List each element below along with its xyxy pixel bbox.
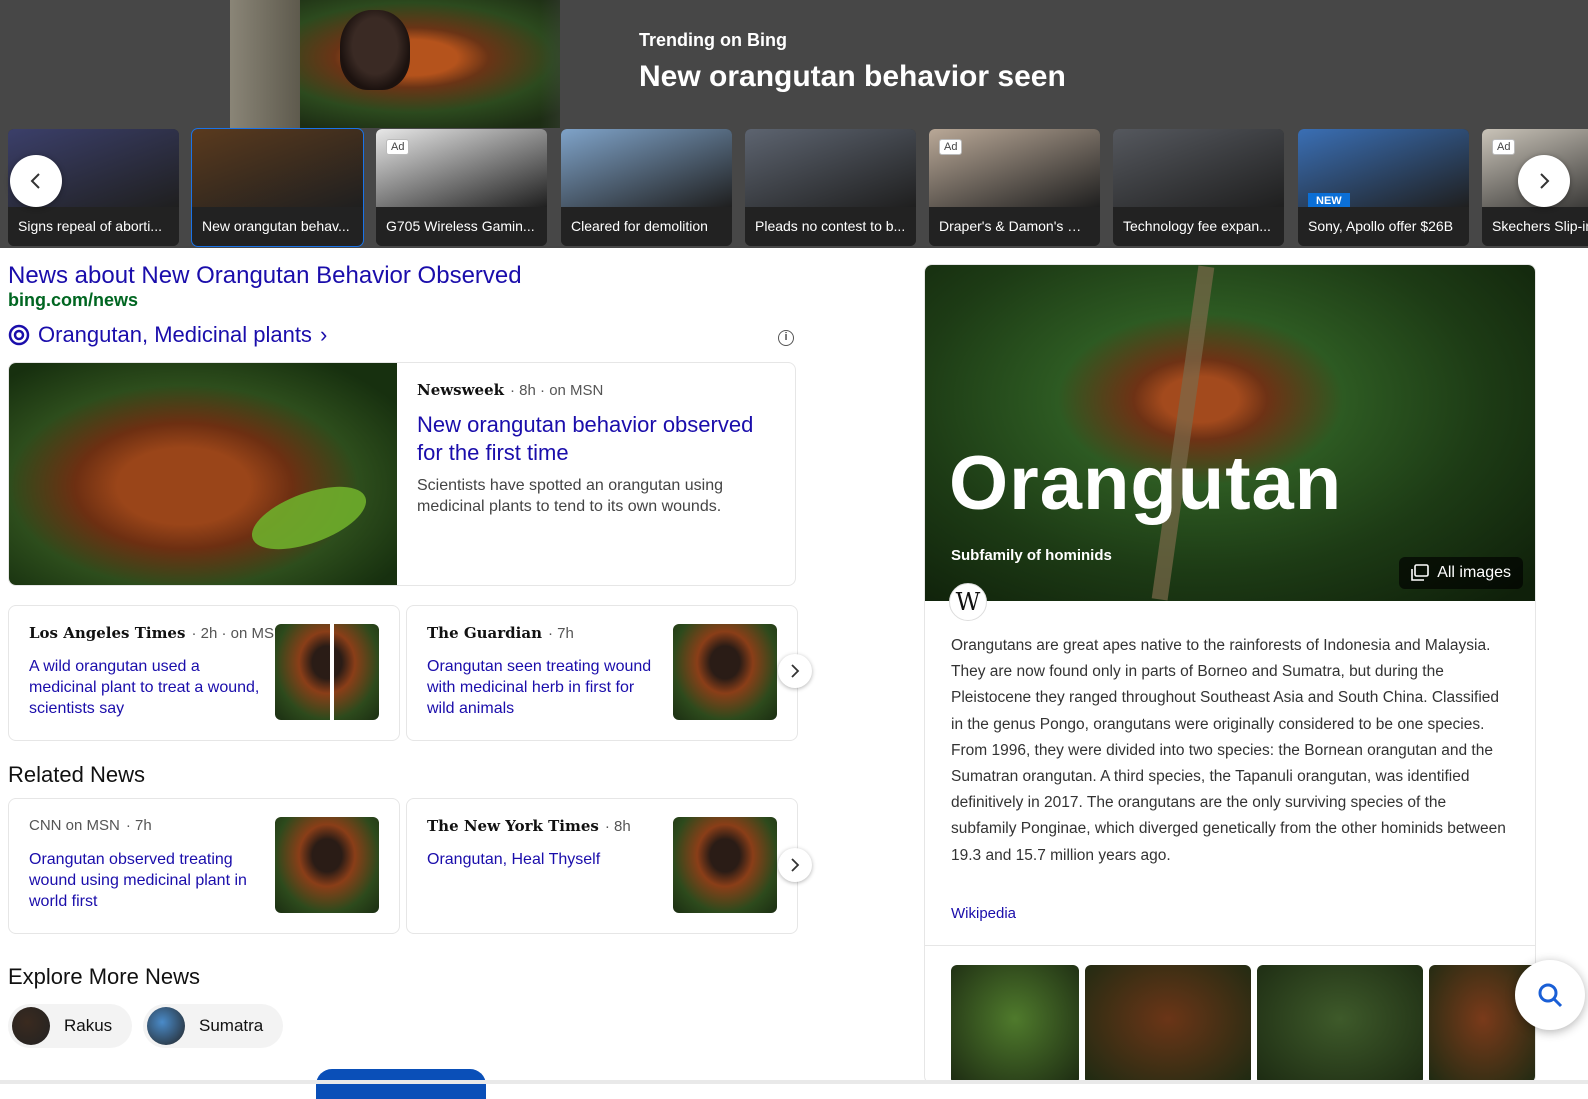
trending-card[interactable]: NEW Sony, Apollo offer $26B — [1298, 129, 1469, 246]
trending-card[interactable]: Technology fee expan... — [1113, 129, 1284, 246]
all-images-button[interactable]: All images — [1399, 557, 1523, 589]
trending-card[interactable]: New orangutan behav... — [191, 128, 364, 247]
carousel-prev-button[interactable] — [10, 155, 62, 207]
chevron-right-icon — [791, 664, 800, 678]
trending-card-label: G705 Wireless Gamin... — [376, 207, 547, 246]
news-meta: · 7h — [547, 624, 574, 642]
related-next-button[interactable] — [778, 848, 812, 882]
trending-banner: Trending on Bing New orangutan behavior … — [0, 0, 1588, 248]
chevron-right-icon — [1540, 173, 1550, 189]
search-button[interactable] — [1515, 960, 1585, 1030]
trending-card-label: New orangutan behav... — [192, 207, 363, 246]
chevron-left-icon — [30, 173, 40, 189]
topic-link[interactable]: Orangutan, Medicinal plants › — [8, 322, 327, 348]
all-images-label: All images — [1437, 564, 1511, 581]
explore-chip-sumatra[interactable]: Sumatra — [143, 1004, 284, 1048]
knowledge-hero-image[interactable]: Orangutan Subfamily of hominids All imag… — [925, 265, 1535, 601]
knowledge-panel: Orangutan Subfamily of hominids All imag… — [924, 264, 1536, 1084]
trending-card-label: Pleads no contest to b... — [745, 207, 916, 246]
news-next-button[interactable] — [778, 654, 812, 688]
trending-card-label: Cleared for demolition — [561, 207, 732, 246]
entity-description: Orangutans are great apes native to the … — [951, 637, 1506, 864]
trending-card-label: Draper's & Damon's W... — [929, 207, 1100, 246]
topic-icon — [8, 324, 30, 346]
publisher-name: CNN on MSN — [29, 817, 120, 834]
news-headline[interactable]: Orangutan observed treating wound using … — [29, 849, 264, 912]
wikipedia-icon: W — [949, 583, 987, 621]
entity-name: Orangutan — [949, 441, 1343, 526]
news-card[interactable]: The Guardian · 7h Orangutan seen treatin… — [406, 605, 798, 741]
search-icon — [1538, 983, 1563, 1008]
trending-card-label: Technology fee expan... — [1113, 207, 1284, 246]
carousel-next-button[interactable] — [1518, 155, 1570, 207]
news-headline[interactable]: Orangutan seen treating wound with medic… — [427, 656, 662, 719]
trending-card[interactable]: Cleared for demolition — [561, 129, 732, 246]
trending-card-label: Signs repeal of aborti... — [8, 207, 179, 246]
news-meta: · 7h — [125, 817, 152, 834]
explore-chip-rakus[interactable]: Rakus — [8, 1004, 133, 1048]
chip-avatar — [147, 1007, 185, 1045]
chip-avatar — [12, 1007, 50, 1045]
trending-carousel: Signs repeal of aborti... New orangutan … — [8, 128, 1588, 247]
publisher-logo: Newsweek — [417, 381, 505, 399]
see-more-button[interactable] — [316, 1069, 486, 1099]
wikipedia-link[interactable]: Wikipedia — [951, 905, 1016, 922]
trending-hero-image[interactable] — [230, 0, 560, 128]
ad-badge: Ad — [386, 139, 410, 155]
publisher-logo: The New York Times — [427, 817, 599, 835]
trending-kicker: Trending on Bing — [639, 30, 787, 50]
gallery-icon — [1411, 564, 1429, 581]
trending-card-label: Skechers Slip-ins — [1482, 207, 1588, 246]
news-card[interactable]: Los Angeles Times · 2h · on MSN A wild o… — [8, 605, 400, 741]
main-news-image[interactable] — [9, 363, 397, 585]
chip-label: Sumatra — [199, 1016, 264, 1035]
explore-more-heading: Explore More News — [8, 964, 200, 989]
ad-badge: Ad — [939, 139, 963, 155]
main-news-headline[interactable]: New orangutan behavior observed for the … — [417, 411, 777, 467]
news-section-title[interactable]: News about New Orangutan Behavior Observ… — [8, 262, 522, 290]
chevron-right-icon: › — [319, 322, 328, 347]
entity-image-thumb[interactable] — [1257, 965, 1423, 1083]
related-news-heading: Related News — [8, 762, 145, 787]
news-meta: · 8h · on MSN — [510, 381, 604, 399]
info-icon[interactable]: i — [778, 330, 794, 346]
trending-card[interactable]: Ad G705 Wireless Gamin... — [376, 129, 547, 246]
news-thumbnail[interactable] — [275, 817, 379, 913]
chip-label: Rakus — [64, 1016, 113, 1035]
related-news-card[interactable]: The New York Times · 8h Orangutan, Heal … — [406, 798, 798, 934]
main-news-snippet: Scientists have spotted an orangutan usi… — [417, 477, 723, 515]
trending-title[interactable]: New orangutan behavior seen — [639, 60, 1066, 94]
related-news-card[interactable]: CNN on MSN · 7h Orangutan observed treat… — [8, 798, 400, 934]
main-news-card[interactable]: Newsweek · 8h · on MSN New orangutan beh… — [8, 362, 796, 586]
news-thumbnail[interactable] — [673, 817, 777, 913]
ad-badge: Ad — [1492, 139, 1516, 155]
trending-card[interactable]: Pleads no contest to b... — [745, 129, 916, 246]
chevron-right-icon — [791, 858, 800, 872]
news-meta: · 8h — [604, 817, 631, 835]
publisher-logo: The Guardian — [427, 624, 542, 642]
news-headline[interactable]: Orangutan, Heal Thyself — [427, 849, 662, 870]
entity-subtitle: Subfamily of hominids — [951, 547, 1112, 564]
news-source-url: bing.com/news — [8, 290, 139, 310]
trending-card[interactable]: Ad Draper's & Damon's W... — [929, 129, 1100, 246]
news-headline[interactable]: A wild orangutan used a medicinal plant … — [29, 656, 264, 719]
publisher-logo: Los Angeles Times — [29, 624, 186, 642]
news-thumbnail[interactable] — [275, 624, 379, 720]
trending-card-label: Sony, Apollo offer $26B — [1298, 207, 1469, 246]
news-meta: · 2h · on MSN — [191, 624, 285, 642]
entity-image-thumb[interactable] — [1085, 965, 1251, 1083]
news-thumbnail[interactable] — [673, 624, 777, 720]
topic-label: Orangutan, Medicinal plants — [38, 322, 312, 347]
entity-image-thumb[interactable] — [951, 965, 1079, 1083]
